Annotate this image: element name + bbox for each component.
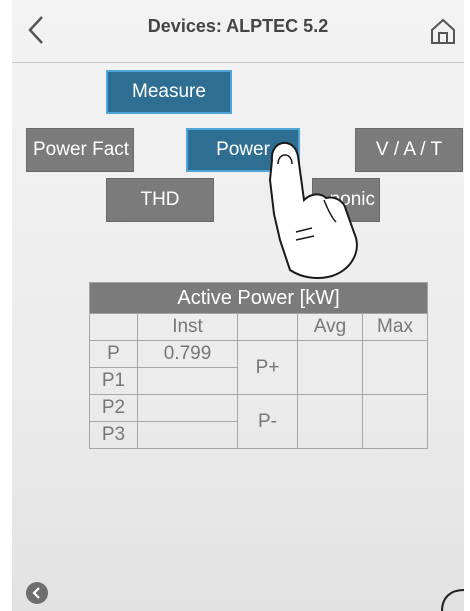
device-screen: Devices: ALPTEC 5.2 Measure Power Fact P… xyxy=(12,0,464,611)
harmonic-button[interactable]: nonic xyxy=(312,178,380,222)
p-plus-max xyxy=(361,340,429,395)
row-label-p: P xyxy=(89,340,138,368)
table-row: P2 P- xyxy=(89,394,429,449)
table-header-avg: Avg xyxy=(297,313,363,341)
p-plus-label: P+ xyxy=(237,340,298,395)
back-chevron-icon[interactable] xyxy=(22,14,50,46)
table-title: Active Power [kW] xyxy=(88,282,429,314)
thd-button[interactable]: THD xyxy=(106,178,214,222)
home-icon[interactable] xyxy=(428,16,458,46)
v-a-t-button[interactable]: V / A / T xyxy=(355,128,463,172)
table-header-cell xyxy=(89,313,138,341)
row-label-p1: P1 xyxy=(89,367,138,395)
p-minus-max xyxy=(361,394,429,449)
p-inst-value: 0.799 xyxy=(137,340,238,368)
p1-inst-value xyxy=(137,367,238,395)
row-label-p3: P3 xyxy=(89,421,138,449)
table-header-max: Max xyxy=(361,313,429,341)
scroll-left-button[interactable] xyxy=(26,582,48,604)
table-header-cell xyxy=(237,313,298,341)
table-header-inst: Inst xyxy=(137,313,238,341)
row-label-p2: P2 xyxy=(89,394,138,422)
p-plus-avg xyxy=(297,340,363,395)
active-power-table: Active Power [kW] Inst Avg Max P 0.799 P… xyxy=(88,282,429,449)
table-header-row: Inst Avg Max xyxy=(89,313,429,341)
header-bar: Devices: ALPTEC 5.2 xyxy=(12,0,464,63)
chevron-left-icon xyxy=(32,587,40,599)
page-title: Devices: ALPTEC 5.2 xyxy=(147,16,329,36)
p-minus-label: P- xyxy=(237,394,298,449)
table-row: P 0.799 P+ xyxy=(89,340,429,395)
measure-button[interactable]: Measure xyxy=(106,70,232,114)
p2-inst-value xyxy=(137,394,238,422)
power-factor-button[interactable]: Power Fact xyxy=(26,128,134,172)
power-button[interactable]: Power xyxy=(186,128,300,172)
p-minus-avg xyxy=(297,394,363,449)
p3-inst-value xyxy=(137,421,238,449)
corner-arc-icon xyxy=(441,588,464,611)
